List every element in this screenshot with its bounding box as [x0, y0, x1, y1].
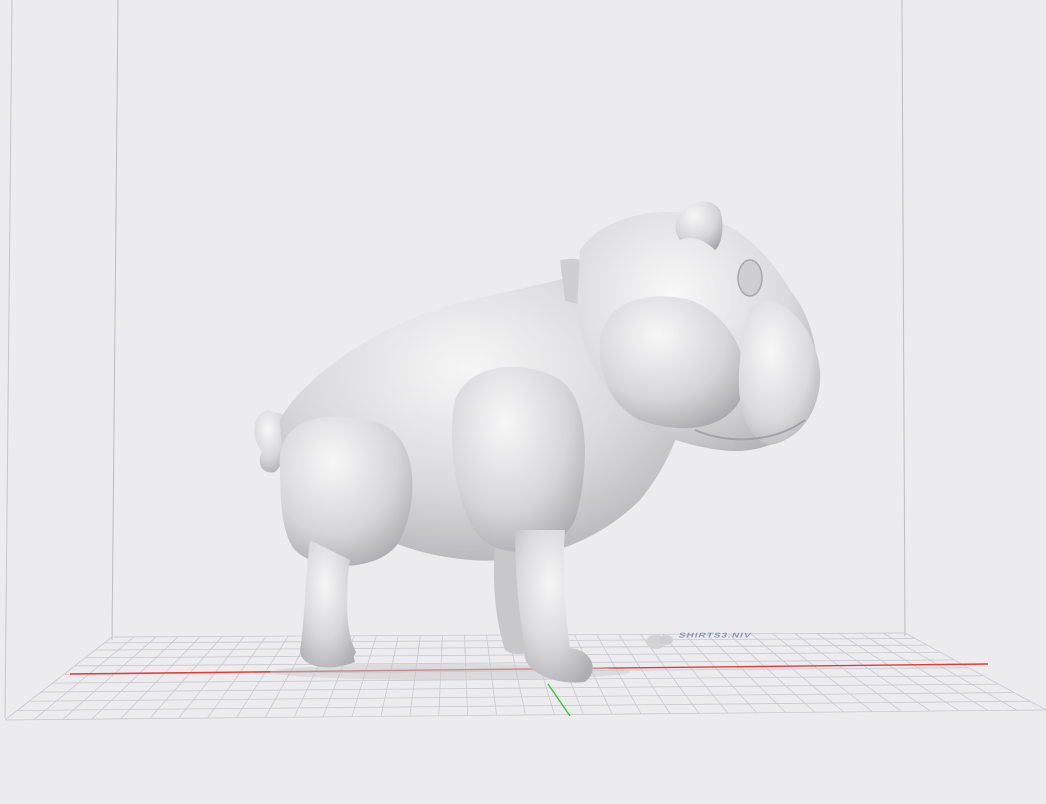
- grid-line: [4, 636, 113, 721]
- 3d-viewport[interactable]: SHIRTS3.NIV: [0, 0, 1046, 804]
- grid-line: [235, 635, 289, 718]
- build-volume-scene[interactable]: [0, 0, 1046, 804]
- grid-line: [33, 636, 135, 721]
- grid-line: [882, 632, 1018, 711]
- grid-line: [207, 635, 267, 719]
- grid-line: [62, 636, 157, 720]
- grid-line: [4, 709, 1046, 721]
- bed-watermark-text: SHIRTS3.NIV: [677, 632, 753, 640]
- bulldog-model[interactable]: [254, 201, 821, 683]
- grid-line: [17, 700, 1030, 711]
- grid-line: [904, 632, 1046, 711]
- grid-line: [91, 636, 179, 720]
- y-axis-line: [547, 683, 571, 717]
- grid-line: [40, 683, 999, 693]
- grid-line: [29, 692, 1015, 702]
